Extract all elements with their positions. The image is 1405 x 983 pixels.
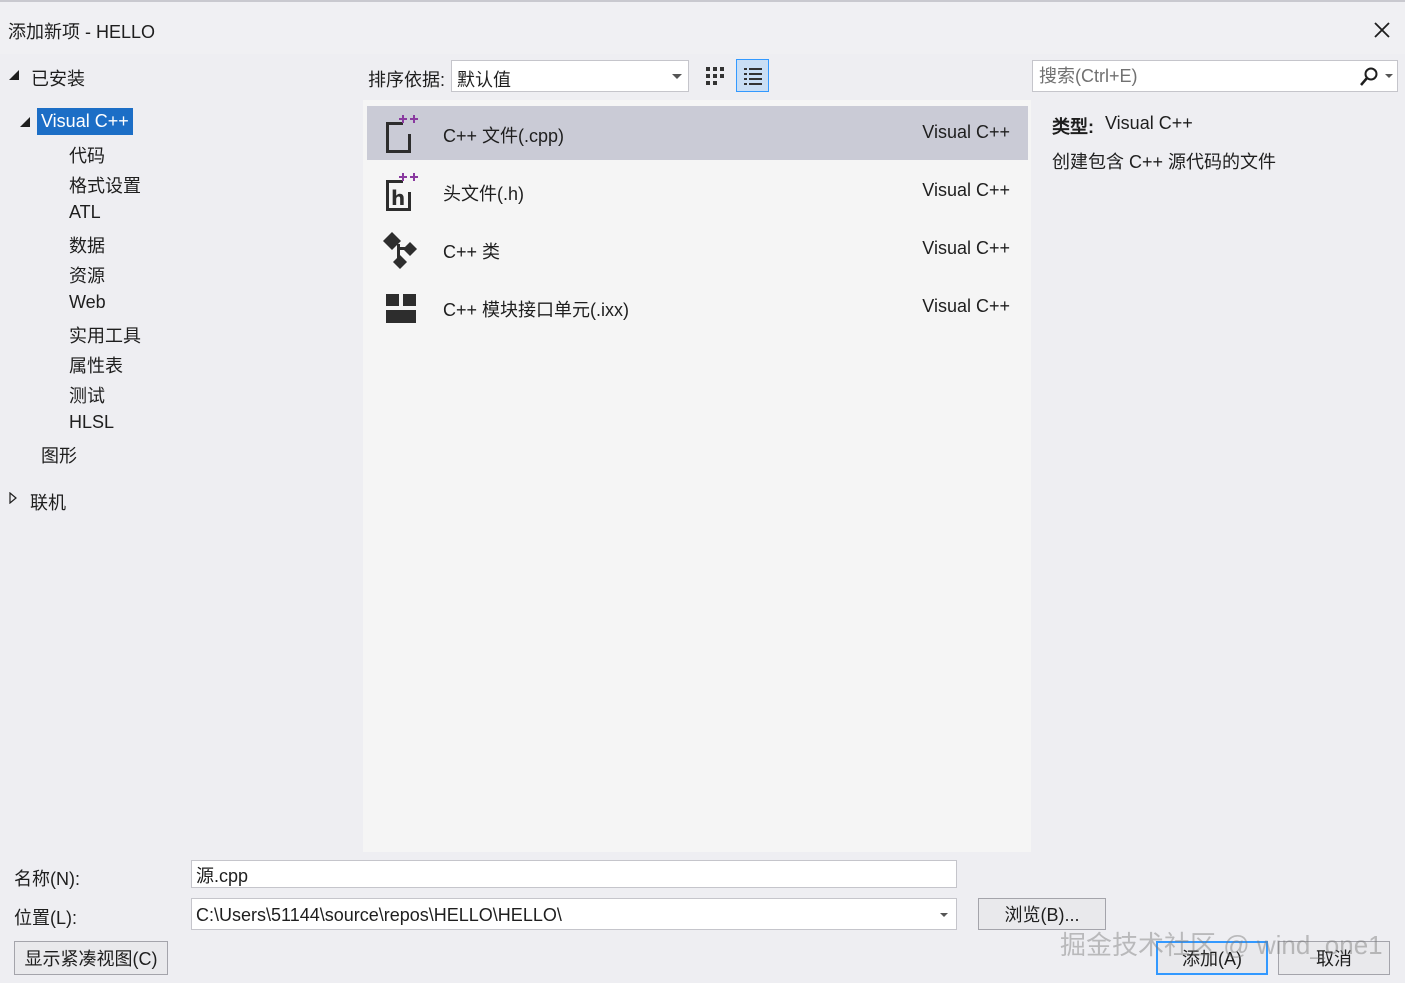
detail-type-label: 类型: [1052, 117, 1094, 137]
tree-item-resources[interactable]: 资源 [69, 262, 105, 288]
expanded-arrow-icon[interactable] [20, 117, 30, 127]
tree-item-property-sheets[interactable]: 属性表 [69, 352, 123, 378]
item-name: C++ 类 [443, 242, 501, 262]
sort-dropdown[interactable]: 默认值 [451, 60, 689, 92]
item-type: Visual C++ [922, 122, 1010, 142]
header-file-icon: h [386, 173, 418, 211]
grid-view-icon [705, 66, 724, 85]
expanded-arrow-icon[interactable] [9, 70, 19, 80]
item-type: Visual C++ [922, 296, 1010, 316]
small-icons-view-button[interactable] [698, 59, 731, 92]
module-interface-icon [386, 294, 416, 323]
tree-item-installed[interactable]: 已安装 [31, 65, 85, 91]
tree-item-formatting[interactable]: 格式设置 [69, 172, 141, 198]
svg-text:h: h [391, 186, 405, 210]
compact-view-button[interactable]: 显示紧凑视图(C) [14, 941, 168, 975]
tree-item-graphics[interactable]: 图形 [41, 442, 77, 468]
name-input[interactable] [196, 864, 922, 886]
list-item-cpp-class[interactable]: C++ 类 Visual C++ [367, 222, 1028, 276]
sort-label: 排序依据: [368, 70, 446, 90]
tree-item-visual-cpp[interactable]: Visual C++ [37, 108, 133, 135]
search-icon[interactable] [1359, 67, 1379, 87]
title-bar: 添加新项 - HELLO [0, 0, 1405, 54]
item-name: C++ 文件(.cpp) [443, 126, 565, 146]
cpp-class-icon [383, 232, 417, 269]
item-name: 头文件(.h) [443, 184, 524, 204]
sort-value: 默认值 [457, 70, 511, 90]
tree-item-hlsl[interactable]: HLSL [69, 412, 114, 433]
detail-type-value: Visual C++ [1105, 113, 1193, 133]
tree-item-test[interactable]: 测试 [69, 382, 105, 408]
name-label: 名称(N): [14, 869, 80, 889]
collapsed-arrow-icon[interactable] [9, 492, 17, 504]
location-label: 位置(L): [14, 908, 77, 928]
browse-button[interactable]: 浏览(B)... [978, 898, 1106, 930]
item-name: C++ 模块接口单元(.ixx) [443, 300, 630, 320]
chevron-down-icon[interactable] [1385, 74, 1393, 78]
tree-item-online[interactable]: 联机 [30, 489, 66, 515]
item-type: Visual C++ [922, 180, 1010, 200]
location-input[interactable] [196, 904, 922, 926]
close-button[interactable] [1364, 12, 1400, 48]
window-title: 添加新项 - HELLO [8, 22, 156, 42]
tree-item-atl[interactable]: ATL [69, 202, 101, 223]
chevron-down-icon [672, 74, 682, 79]
search-input[interactable] [1039, 65, 1349, 87]
cpp-file-icon [386, 115, 418, 153]
list-item-header-file[interactable]: h 头文件(.h) Visual C++ [367, 164, 1028, 218]
tree-item-code[interactable]: 代码 [69, 142, 105, 168]
tree-item-web[interactable]: Web [69, 292, 106, 313]
list-item-module-interface[interactable]: C++ 模块接口单元(.ixx) Visual C++ [367, 280, 1028, 334]
template-list: C++ 文件(.cpp) Visual C++ h 头文件(.h) Visual… [363, 100, 1031, 852]
search-box[interactable] [1032, 60, 1398, 92]
name-field[interactable] [191, 860, 957, 888]
cancel-button[interactable]: 取消 [1278, 941, 1390, 975]
list-item-cpp-file[interactable]: C++ 文件(.cpp) Visual C++ [367, 106, 1028, 160]
location-dropdown[interactable] [191, 898, 957, 930]
list-view-icon [743, 67, 762, 85]
close-icon [1374, 22, 1390, 38]
tree-item-data[interactable]: 数据 [69, 232, 105, 258]
chevron-down-icon[interactable] [940, 913, 948, 917]
add-button[interactable]: 添加(A) [1156, 941, 1268, 975]
detail-description: 创建包含 C++ 源代码的文件 [1052, 152, 1277, 172]
list-view-button[interactable] [736, 59, 769, 92]
tree-item-utility[interactable]: 实用工具 [69, 322, 141, 348]
item-type: Visual C++ [922, 238, 1010, 258]
